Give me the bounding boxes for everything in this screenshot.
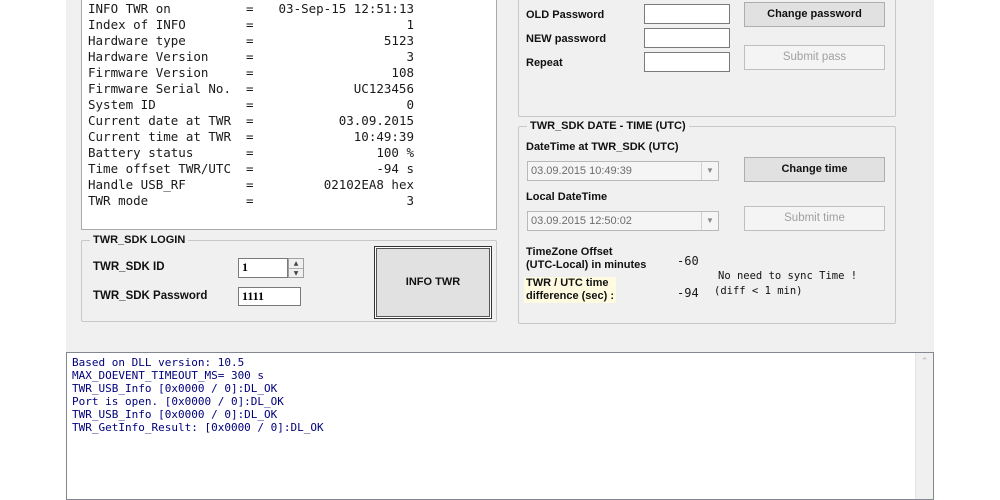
timezone-offset-label-line1: TimeZone Offset (526, 246, 613, 258)
log-scrollbar[interactable]: ⌃ (915, 353, 933, 499)
info-twr-button[interactable]: INFO TWR (374, 246, 492, 319)
info-key: Current time at TWR (88, 129, 231, 144)
info-equals: = (246, 33, 254, 48)
repeat-password-input[interactable] (644, 52, 730, 72)
new-password-input[interactable] (644, 28, 730, 48)
log-line: MAX_DOEVENT_TIMEOUT_MS= 300 s (72, 369, 265, 382)
timezone-offset-label-line2: (UTC-Local) in minutes (526, 259, 647, 271)
twr-datetime-value: 03.09.2015 10:49:39 (531, 165, 632, 177)
login-group-title: TWR_SDK LOGIN (90, 234, 189, 247)
info-equals: = (246, 49, 254, 64)
info-textbox[interactable]: INFO TWR on = 03-Sep-15 12:51:13 Index of I… (81, 0, 497, 230)
log-line: TWR_GetInfo_Result: [0x0000 / 0]:DL_OK (72, 421, 324, 434)
log-line: TWR_USB_Info [0x0000 / 0]:DL_OK (72, 408, 278, 421)
time-diff-value: -94 (677, 286, 699, 300)
submit-time-button[interactable]: Submit time (744, 206, 885, 231)
info-equals: = (246, 193, 254, 208)
sync-note-line1: No need to sync Time ! (718, 270, 858, 282)
sdk-password-label: TWR_SDK Password (93, 290, 208, 302)
local-datetime-value: 03.09.2015 12:50:02 (531, 215, 632, 227)
info-key: Firmware Serial No. (88, 81, 231, 96)
spin-down-icon[interactable]: ▼ (289, 269, 303, 278)
old-password-label: OLD Password (526, 9, 605, 21)
info-key: Handle USB_RF (88, 177, 186, 192)
sdk-id-spinner[interactable]: ▲ ▼ (288, 258, 304, 278)
sdk-id-input[interactable]: 1 (238, 258, 288, 278)
log-line: TWR_USB_Info [0x0000 / 0]:DL_OK (72, 382, 278, 395)
local-datetime-label: Local DateTime (526, 191, 608, 203)
info-value: 100 % (376, 145, 414, 160)
info-equals: = (246, 1, 254, 16)
change-password-button[interactable]: Change password (744, 2, 885, 27)
info-key: Battery status (88, 145, 194, 160)
time-diff-label: TWR / UTC time difference (sec) : (524, 277, 617, 303)
info-key: Hardware Version (88, 49, 209, 64)
timezone-offset-value: -60 (677, 254, 699, 268)
info-equals: = (246, 97, 254, 112)
info-equals: = (246, 113, 254, 128)
info-value: 5123 (383, 33, 414, 48)
twr-datetime-label: DateTime at TWR_SDK (UTC) (526, 141, 679, 153)
info-equals: = (246, 129, 254, 144)
repeat-password-label: Repeat (526, 57, 563, 69)
info-value: UC123456 (353, 81, 414, 96)
info-key: Firmware Version (88, 65, 209, 80)
info-value: 1 (406, 17, 414, 32)
info-equals: = (246, 161, 254, 176)
change-time-button[interactable]: Change time (744, 157, 885, 182)
info-key: Index of INFO (88, 17, 186, 32)
scroll-up-icon[interactable]: ⌃ (916, 357, 933, 367)
info-equals: = (246, 17, 254, 32)
chevron-down-icon[interactable]: ▼ (701, 212, 718, 230)
info-value: 03.09.2015 (338, 113, 414, 128)
sdk-id-label: TWR_SDK ID (93, 261, 165, 273)
info-equals: = (246, 81, 254, 96)
info-equals: = (246, 65, 254, 80)
info-key: Current date at TWR (88, 113, 231, 128)
info-key: Hardware type (88, 33, 186, 48)
submit-pass-button[interactable]: Submit pass (744, 45, 885, 70)
time-diff-label-line2: difference (sec) : (526, 290, 615, 302)
info-value: 02102EA8 hex (323, 177, 414, 192)
info-value: 108 (391, 65, 414, 80)
time-diff-label-line1: TWR / UTC time (526, 277, 609, 289)
info-equals: = (246, 145, 254, 160)
log-textbox[interactable]: Based on DLL version: 10.5 MAX_DOEVENT_TI… (66, 352, 934, 500)
info-key: Time offset TWR/UTC (88, 161, 231, 176)
info-key: TWR mode (88, 193, 149, 208)
info-equals: = (246, 177, 254, 192)
sync-note-line2: (diff < 1 min) (714, 285, 803, 297)
spin-up-icon[interactable]: ▲ (289, 259, 303, 269)
datetime-group-title: TWR_SDK DATE - TIME (UTC) (527, 120, 689, 133)
info-value: 03-Sep-15 12:51:13 (278, 1, 414, 16)
log-line: Based on DLL version: 10.5 (72, 356, 245, 369)
twr-datetime-combo[interactable]: 03.09.2015 10:49:39 ▼ (527, 161, 719, 181)
info-key: INFO TWR on (88, 1, 171, 16)
info-value: -94 s (376, 161, 414, 176)
info-value: 3 (406, 193, 414, 208)
info-value: 10:49:39 (353, 129, 414, 144)
info-value: 3 (406, 49, 414, 64)
chevron-down-icon[interactable]: ▼ (701, 162, 718, 180)
timezone-offset-label: TimeZone Offset (UTC-Local) in minutes (526, 246, 646, 272)
new-password-label: NEW password (526, 33, 607, 45)
sdk-password-input[interactable]: 1111 (238, 287, 301, 306)
info-key: System ID (88, 97, 156, 112)
log-line: Port is open. [0x0000 / 0]:DL_OK (72, 395, 284, 408)
info-value: 0 (406, 97, 414, 112)
old-password-input[interactable] (644, 4, 730, 24)
local-datetime-combo[interactable]: 03.09.2015 12:50:02 ▼ (527, 211, 719, 231)
